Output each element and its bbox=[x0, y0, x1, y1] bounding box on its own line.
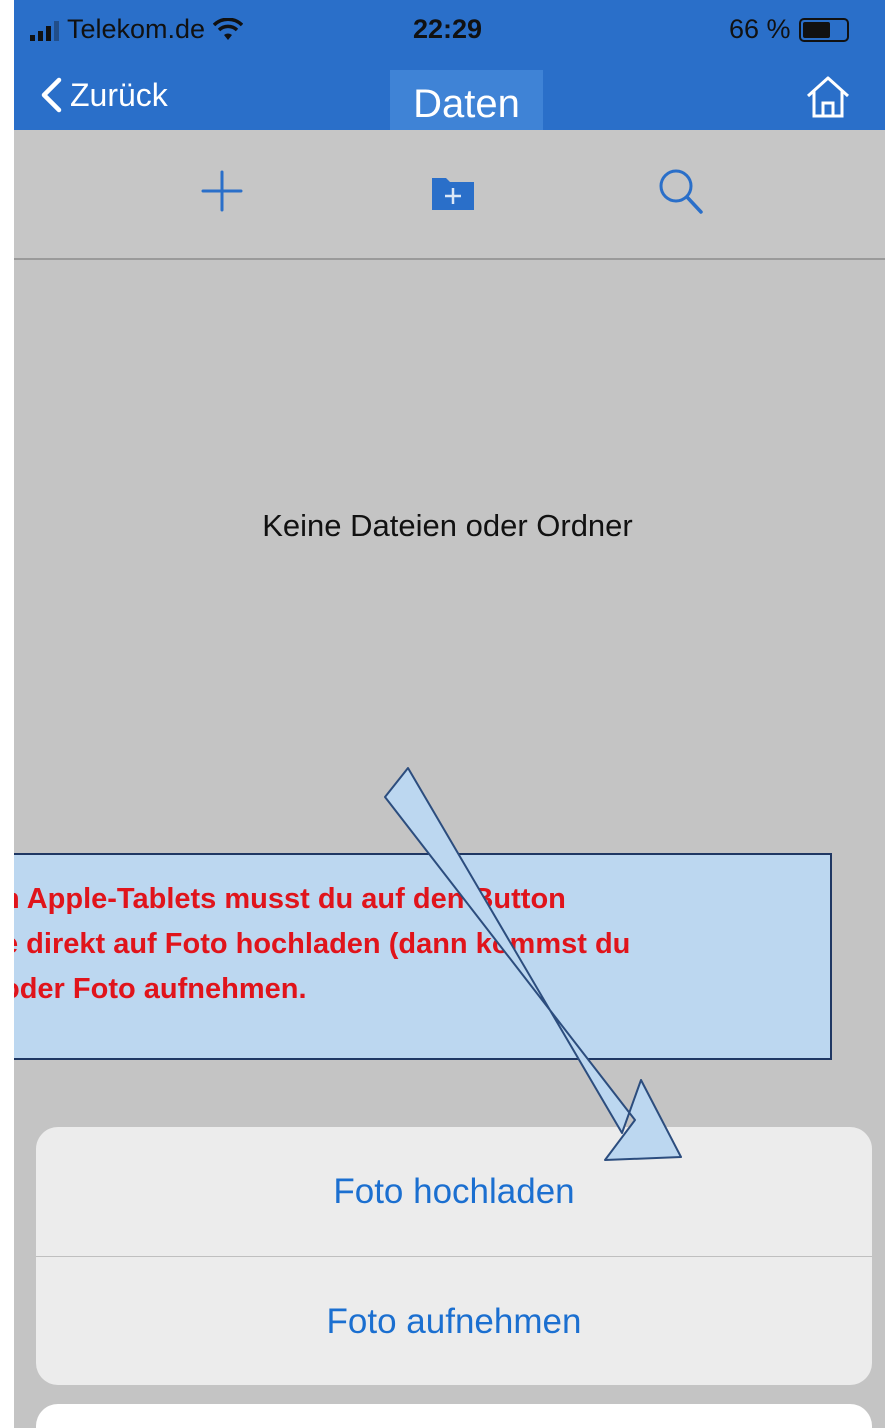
new-folder-icon[interactable] bbox=[430, 172, 476, 212]
back-button[interactable]: Zurück bbox=[38, 70, 168, 120]
take-photo-button[interactable]: Foto aufnehmen bbox=[36, 1257, 872, 1385]
empty-state-message: Keine Dateien oder Ordner bbox=[262, 508, 633, 543]
battery-group: 66 % bbox=[729, 14, 849, 45]
home-icon[interactable] bbox=[804, 74, 852, 120]
signal-icon bbox=[30, 19, 59, 41]
callout-arrow bbox=[384, 767, 682, 1161]
battery-percent: 66 % bbox=[729, 14, 791, 44]
cancel-button[interactable] bbox=[36, 1404, 872, 1428]
back-label: Zurück bbox=[70, 76, 168, 113]
left-edge-strip bbox=[0, 0, 14, 1428]
carrier-name: Telekom.de bbox=[67, 14, 206, 44]
search-icon[interactable] bbox=[656, 166, 704, 216]
battery-icon bbox=[798, 17, 849, 42]
chevron-left-icon bbox=[41, 77, 62, 113]
clock-time: 22:29 bbox=[413, 14, 483, 44]
status-bar: Telekom.de 22:29 66 % bbox=[0, 0, 885, 60]
file-toolbar bbox=[0, 130, 885, 260]
page-title: Daten bbox=[390, 70, 543, 138]
carrier-group: Telekom.de bbox=[30, 14, 244, 45]
plus-icon[interactable] bbox=[199, 168, 245, 214]
wifi-icon bbox=[213, 17, 244, 40]
navigation-bar: Zurück Daten bbox=[0, 60, 885, 138]
